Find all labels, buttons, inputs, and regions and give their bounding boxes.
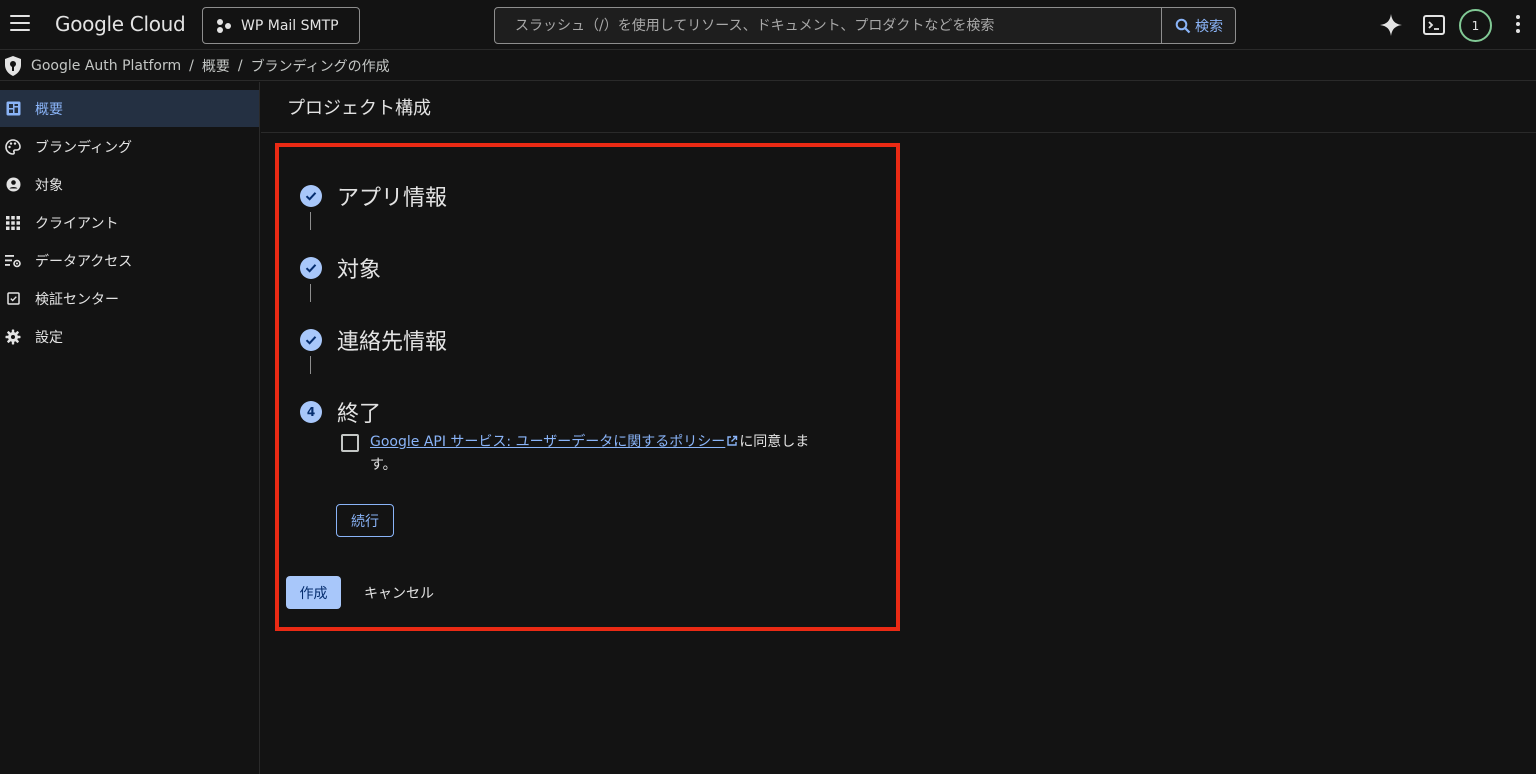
sidebar-item-label: 概要 bbox=[35, 101, 63, 118]
sidebar-item-clients[interactable]: クライアント bbox=[0, 204, 259, 241]
avatar[interactable]: 1 bbox=[1459, 9, 1492, 42]
step-label: 終了 bbox=[337, 402, 382, 427]
step-label: 連絡先情報 bbox=[337, 330, 448, 355]
sidebar-item-label: クライアント bbox=[35, 215, 119, 232]
project-picker-button[interactable]: WP Mail SMTP bbox=[202, 7, 360, 44]
gemini-spark-icon[interactable] bbox=[1379, 13, 1403, 37]
policy-agree-checkbox[interactable] bbox=[341, 434, 359, 452]
person-icon bbox=[5, 177, 21, 193]
sidebar-item-verification-center[interactable]: 検証センター bbox=[0, 280, 259, 317]
create-button[interactable]: 作成 bbox=[286, 576, 341, 609]
search-bar: 検索 bbox=[494, 7, 1236, 44]
cancel-button[interactable]: キャンセル bbox=[356, 576, 442, 609]
breadcrumb-item-create-branding: ブランディングの作成 bbox=[250, 58, 390, 75]
step-audience: 対象 bbox=[300, 252, 381, 284]
step-connector bbox=[310, 356, 311, 374]
gear-icon bbox=[5, 329, 21, 345]
sidebar-item-label: 検証センター bbox=[35, 291, 119, 308]
breadcrumb-item-auth-platform[interactable]: Google Auth Platform bbox=[31, 58, 181, 74]
checklist-icon bbox=[5, 291, 21, 307]
sidebar-item-label: データアクセス bbox=[35, 253, 133, 270]
search-button-label: 検索 bbox=[1195, 18, 1223, 35]
step-contact-info: 連絡先情報 bbox=[300, 324, 447, 356]
page-title: プロジェクト構成 bbox=[287, 98, 431, 119]
sidebar-item-label: 設定 bbox=[35, 329, 63, 346]
sidebar-item-data-access[interactable]: データアクセス bbox=[0, 242, 259, 279]
search-button[interactable]: 検索 bbox=[1161, 8, 1236, 43]
policy-consent: Google API サービス: ユーザーデータに関するポリシー に同意します。 bbox=[341, 431, 831, 477]
sidebar-item-label: ブランディング bbox=[35, 139, 133, 156]
step-number: 4 bbox=[300, 401, 322, 423]
sidebar-item-audience[interactable]: 対象 bbox=[0, 166, 259, 203]
sidebar-item-settings[interactable]: 設定 bbox=[0, 318, 259, 355]
project-name: WP Mail SMTP bbox=[241, 17, 339, 34]
sidebar-item-branding[interactable]: ブランディング bbox=[0, 128, 259, 165]
breadcrumb-item-overview[interactable]: 概要 bbox=[202, 56, 230, 76]
highlight-annotation-box bbox=[275, 143, 900, 631]
check-circle-icon bbox=[300, 185, 322, 207]
step-finish: 4 終了 bbox=[300, 396, 381, 428]
divider bbox=[261, 132, 1536, 133]
step-label: アプリ情報 bbox=[337, 186, 448, 211]
more-vert-icon[interactable] bbox=[1513, 15, 1523, 35]
search-icon bbox=[1175, 18, 1191, 33]
sidebar-item-label: 対象 bbox=[35, 177, 63, 194]
dashboard-icon bbox=[5, 101, 21, 117]
cloud-shell-icon[interactable] bbox=[1422, 13, 1446, 37]
palette-icon bbox=[5, 138, 21, 155]
google-cloud-logo[interactable]: Google Cloud bbox=[55, 12, 186, 36]
breadcrumb-separator: / bbox=[237, 57, 243, 74]
sidebar-item-overview[interactable]: 概要 bbox=[0, 90, 259, 127]
notification-count: 1 bbox=[1471, 18, 1480, 33]
step-app-info: アプリ情報 bbox=[300, 180, 447, 212]
data-settings-icon bbox=[5, 253, 21, 269]
grid-icon bbox=[5, 215, 21, 231]
open-in-new-icon bbox=[727, 435, 738, 446]
continue-button[interactable]: 続行 bbox=[336, 504, 394, 537]
breadcrumb-separator: / bbox=[189, 57, 194, 74]
step-connector bbox=[310, 284, 311, 302]
breadcrumb: Google Auth Platform / 概要 / ブランディングの作成 bbox=[0, 51, 1536, 81]
top-bar: Google Cloud WP Mail SMTP 検索 1 bbox=[0, 0, 1536, 50]
check-circle-icon bbox=[300, 257, 322, 279]
menu-icon[interactable] bbox=[10, 15, 30, 33]
check-circle-icon bbox=[300, 329, 322, 351]
step-connector bbox=[310, 212, 311, 230]
sidebar: 概要 ブランディング 対象 クライアント データアクセス 検証センター 設定 bbox=[0, 82, 260, 774]
user-data-policy-link[interactable]: Google API サービス: ユーザーデータに関するポリシー bbox=[370, 434, 725, 450]
shield-icon bbox=[5, 55, 21, 76]
search-input[interactable] bbox=[495, 8, 1161, 43]
step-label: 対象 bbox=[337, 258, 382, 283]
project-icon bbox=[217, 18, 231, 33]
